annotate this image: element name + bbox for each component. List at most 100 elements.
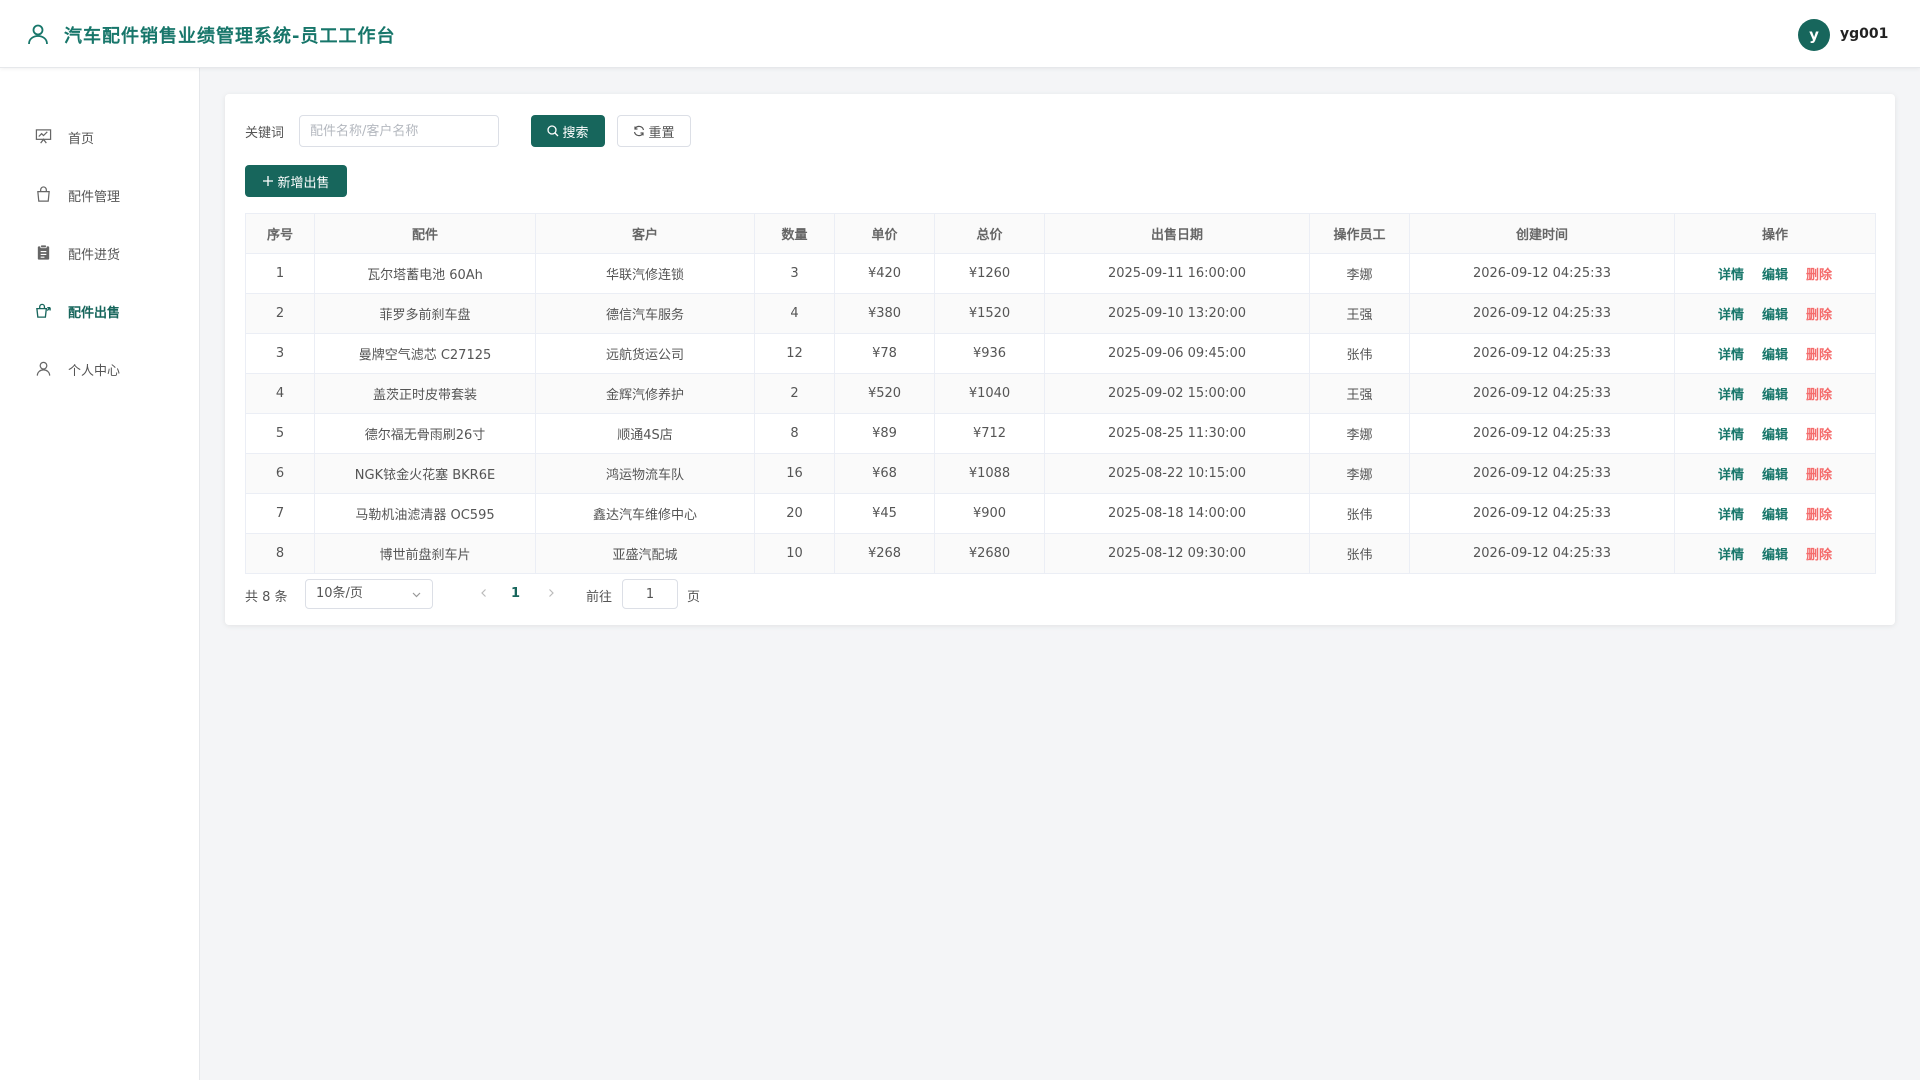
detail-link[interactable]: 详情	[1718, 508, 1744, 523]
table-cell: 3	[245, 333, 315, 374]
column-header: 总价	[934, 213, 1045, 254]
add-sale-button-label: 新增出售	[277, 175, 330, 191]
detail-link[interactable]: 详情	[1718, 548, 1744, 563]
delete-link[interactable]: 删除	[1806, 508, 1832, 523]
delete-link[interactable]: 删除	[1806, 308, 1832, 323]
keyword-label: 关键词	[245, 126, 285, 141]
goto-page-input[interactable]	[622, 579, 678, 609]
table-cell: ¥89	[834, 413, 935, 454]
sidebar-item-home[interactable]: 首页	[0, 116, 199, 156]
detail-link[interactable]: 详情	[1718, 428, 1744, 443]
edit-link[interactable]: 编辑	[1762, 468, 1788, 483]
delete-link[interactable]: 删除	[1806, 468, 1832, 483]
chevron-right-icon[interactable]	[545, 587, 557, 599]
table-cell: 2025-08-12 09:30:00	[1044, 533, 1310, 574]
table-cell: 盖茨正时皮带套装	[314, 373, 536, 414]
username[interactable]: yg001	[1840, 26, 1888, 42]
delete-link[interactable]: 删除	[1806, 348, 1832, 363]
detail-link[interactable]: 详情	[1718, 308, 1744, 323]
search-button-label: 搜索	[562, 125, 589, 141]
table-cell: 2026-09-12 04:25:33	[1409, 253, 1675, 294]
edit-link[interactable]: 编辑	[1762, 548, 1788, 563]
sidebar-item-sales[interactable]: 配件出售	[0, 290, 199, 330]
detail-link[interactable]: 详情	[1718, 348, 1744, 363]
actions-cell: 详情 编辑 删除	[1674, 253, 1876, 294]
table-cell: 8	[754, 413, 835, 454]
avatar[interactable]: y	[1798, 19, 1830, 51]
goto-label: 前往	[586, 590, 613, 605]
edit-link[interactable]: 编辑	[1762, 508, 1788, 523]
table-cell: 李娜	[1309, 253, 1410, 294]
reset-button[interactable]: 重置	[617, 115, 691, 147]
table-cell: 2	[754, 373, 835, 414]
table-cell: 曼牌空气滤芯 C27125	[314, 333, 536, 374]
table-cell: 5	[245, 413, 315, 454]
edit-link[interactable]: 编辑	[1762, 308, 1788, 323]
refresh-icon	[634, 125, 645, 137]
sidebar-item-parts[interactable]: 配件管理	[0, 174, 199, 214]
sidebar: 首页 配件管理 配件进货 配件出售 个人中心	[0, 68, 200, 1080]
table-cell: ¥520	[834, 373, 935, 414]
table-cell: ¥68	[834, 453, 935, 494]
table-cell: 2025-09-02 15:00:00	[1044, 373, 1310, 414]
table-cell: 李娜	[1309, 413, 1410, 454]
sidebar-item-label: 配件管理	[68, 190, 121, 205]
column-header: 创建时间	[1409, 213, 1675, 254]
table-cell: 张伟	[1309, 533, 1410, 574]
user-icon	[36, 361, 51, 376]
table-cell: 2025-09-10 13:20:00	[1044, 293, 1310, 334]
sidebar-item-purchase[interactable]: 配件进货	[0, 232, 199, 272]
table-cell: 鸿运物流车队	[535, 453, 755, 494]
table-cell: ¥268	[834, 533, 935, 574]
sidebar-item-profile[interactable]: 个人中心	[0, 348, 199, 388]
actions-cell: 详情 编辑 删除	[1674, 373, 1876, 414]
actions-cell: 详情 编辑 删除	[1674, 493, 1876, 534]
table-cell: 2025-08-22 10:15:00	[1044, 453, 1310, 494]
user-outline-icon	[28, 24, 48, 45]
table-cell: 12	[754, 333, 835, 374]
table-cell: 2026-09-12 04:25:33	[1409, 493, 1675, 534]
edit-link[interactable]: 编辑	[1762, 428, 1788, 443]
delete-link[interactable]: 删除	[1806, 268, 1832, 283]
actions-cell: 详情 编辑 删除	[1674, 333, 1876, 374]
table-cell: 王强	[1309, 293, 1410, 334]
add-sale-button[interactable]: 新增出售	[245, 165, 347, 197]
edit-link[interactable]: 编辑	[1762, 388, 1788, 403]
table-row: 1 瓦尔塔蓄电池 60Ah 华联汽修连锁 3 ¥420 ¥1260 2025-09-11 1…	[245, 253, 1876, 294]
top-header: 汽车配件销售业绩管理系统-员工工作台 y yg001	[0, 0, 1920, 68]
table-cell: ¥380	[834, 293, 935, 334]
table-cell: 德信汽车服务	[535, 293, 755, 334]
table-cell: 张伟	[1309, 493, 1410, 534]
edit-link[interactable]: 编辑	[1762, 268, 1788, 283]
table-cell: 6	[245, 453, 315, 494]
actions-cell: 详情 编辑 删除	[1674, 453, 1876, 494]
detail-link[interactable]: 详情	[1718, 468, 1744, 483]
detail-link[interactable]: 详情	[1718, 388, 1744, 403]
table-cell: 20	[754, 493, 835, 534]
delete-link[interactable]: 删除	[1806, 548, 1832, 563]
column-header: 配件	[314, 213, 536, 254]
table-cell: 德尔福无骨雨刷26寸	[314, 413, 536, 454]
search-input[interactable]	[299, 115, 499, 147]
search-button[interactable]: 搜索	[531, 115, 605, 147]
table-cell: ¥420	[834, 253, 935, 294]
edit-link[interactable]: 编辑	[1762, 348, 1788, 363]
sidebar-item-label: 配件出售	[68, 306, 121, 321]
table-cell: 华联汽修连锁	[535, 253, 755, 294]
page-number-current[interactable]: 1	[511, 586, 520, 601]
column-header: 序号	[245, 213, 315, 254]
page-size-value: 10条/页	[316, 586, 363, 601]
plus-icon	[263, 176, 274, 186]
table-cell: 顺通4S店	[535, 413, 755, 454]
table-cell: 远航货运公司	[535, 333, 755, 374]
page-size-select[interactable]: 10条/页	[305, 579, 433, 609]
delete-link[interactable]: 删除	[1806, 388, 1832, 403]
table-cell: ¥936	[934, 333, 1045, 374]
delete-link[interactable]: 删除	[1806, 428, 1832, 443]
actions-cell: 详情 编辑 删除	[1674, 293, 1876, 334]
table-header-row: 序号 配件 客户 数量 单价 总价 出售日期 操作员工 创建时间 操作	[245, 213, 1876, 254]
table-cell: ¥2680	[934, 533, 1045, 574]
chevron-left-icon[interactable]	[478, 587, 490, 599]
table-cell: ¥78	[834, 333, 935, 374]
detail-link[interactable]: 详情	[1718, 268, 1744, 283]
